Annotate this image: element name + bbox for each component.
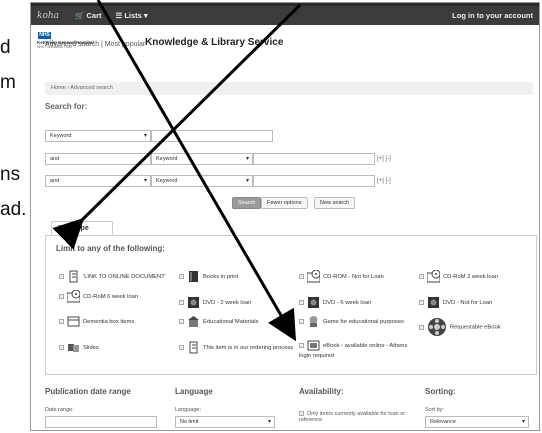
slide: d m ns ad. koha 🛒 Cart ☰ Lists ▾ Log in … <box>0 0 542 433</box>
arrow-to-top-links <box>52 3 302 250</box>
arrow-to-ebook <box>96 0 297 342</box>
annotation-arrows <box>52 0 302 342</box>
